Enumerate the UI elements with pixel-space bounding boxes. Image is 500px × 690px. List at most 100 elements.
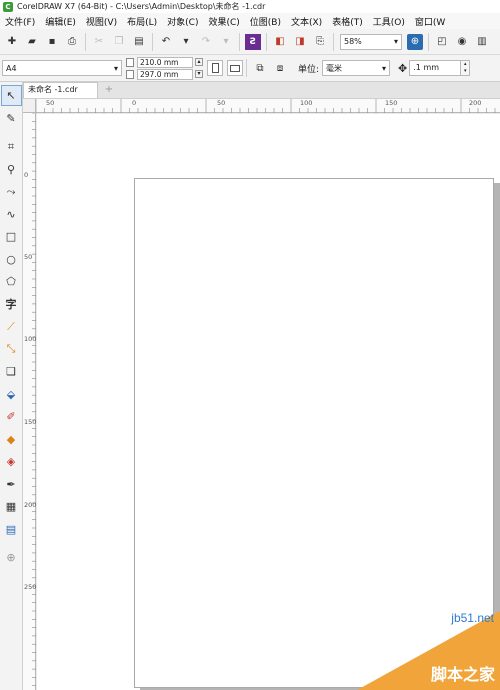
page-size-select[interactable]: A4 ▾ <box>2 60 122 76</box>
chevron-down-icon: ▾ <box>113 63 118 73</box>
polygon-tool-icon[interactable]: ⬠ <box>1 271 22 292</box>
ruler-v-label: 50 <box>24 253 33 261</box>
zoom-icon[interactable]: ⊕ <box>407 33 423 50</box>
toolbox: ↖ ✎ ⌗ ⚲ ⤳ ∿ □ ○ ⬠ 字 ⟋ ⤡ ❑ ⬙ ✐ ◆ ◈ ✒ ▦ ▤ … <box>0 82 23 690</box>
menu-text[interactable]: 文本(X) <box>288 15 325 28</box>
open-icon[interactable]: ▰ <box>24 34 40 50</box>
title-bar: C CorelDRAW X7 (64-Bit) - C:\Users\Admin… <box>0 0 500 13</box>
ruler-h-label: 100 <box>300 99 313 107</box>
site-watermark: jb51.net 脚本之家 <box>357 611 500 690</box>
horizontal-ruler[interactable]: 50 0 50 100 150 200 <box>36 99 500 113</box>
shape-tool-icon[interactable]: ✎ <box>1 108 22 129</box>
document-tab-strip: 未命名 -1.cdr + <box>23 82 500 99</box>
ellipse-tool-icon[interactable]: ○ <box>1 249 22 270</box>
drop-shadow-icon[interactable]: ❑ <box>1 361 22 382</box>
landscape-icon <box>230 64 240 72</box>
ruler-v-label: 100 <box>24 335 37 343</box>
horizontal-ruler-ticks <box>36 99 496 113</box>
portrait-icon <box>211 63 219 73</box>
connector-tool-icon[interactable]: ⤡ <box>1 339 22 360</box>
menu-bitmaps[interactable]: 位图(B) <box>247 15 284 28</box>
add-tab-icon[interactable]: + <box>102 83 116 97</box>
nudge-distance-input[interactable]: .1 mm <box>409 60 462 76</box>
ruler-origin[interactable] <box>23 99 36 113</box>
standard-toolbar: ✚ ▰ ▪ ⎙ ✂ ❐ ▤ ↶ ▾ ↷ ▾ Ƨ ◧ ◨ ⎘ 58% ▾ ⊕ ◰ … <box>0 29 500 55</box>
vertical-ruler[interactable]: 0 50 100 150 200 250 <box>23 113 36 690</box>
redo-icon[interactable]: ↷ <box>198 34 214 50</box>
artistic-media-icon[interactable]: ∿ <box>1 204 22 225</box>
table-tool-icon[interactable]: ▤ <box>1 519 22 540</box>
rectangle-tool-icon[interactable]: □ <box>1 226 22 247</box>
parallel-dimension-icon[interactable]: ⟋ <box>1 316 22 337</box>
ruler-h-label: 0 <box>132 99 137 107</box>
copy-icon[interactable]: ❐ <box>111 34 127 50</box>
vertical-ruler-ticks <box>32 113 36 687</box>
document-tab[interactable]: 未命名 -1.cdr <box>23 82 98 98</box>
toolbar-separator <box>246 59 247 77</box>
save-icon[interactable]: ▪ <box>44 34 60 50</box>
undo-dropdown-icon[interactable]: ▾ <box>178 34 194 50</box>
transparency-tool-icon[interactable]: ⬙ <box>1 384 22 405</box>
menu-layout[interactable]: 布局(L) <box>124 15 160 28</box>
ruler-h-label: 200 <box>469 99 482 107</box>
zoom-tool-icon[interactable]: ⚲ <box>1 159 22 180</box>
ruler-v-label: 250 <box>24 583 37 591</box>
freehand-tool-icon[interactable]: ⤳ <box>1 181 22 202</box>
menu-bar: 文件(F) 编辑(E) 视图(V) 布局(L) 对象(C) 效果(C) 位图(B… <box>0 13 500 29</box>
menu-table[interactable]: 表格(T) <box>329 15 366 28</box>
chevron-down-icon: ▾ <box>393 37 398 46</box>
toolbar-separator <box>333 32 334 51</box>
undo-icon[interactable]: ↶ <box>158 34 174 50</box>
interactive-fill-icon[interactable]: ◆ <box>1 429 22 450</box>
spin-icon[interactable]: ▾ <box>195 70 203 78</box>
pick-tool-icon[interactable]: ↖ <box>0 85 22 106</box>
text-tool-icon[interactable]: 字 <box>1 294 22 315</box>
crop-tool-icon[interactable]: ⌗ <box>1 136 22 157</box>
ruler-h-label: 150 <box>385 99 398 107</box>
launcher-icon[interactable]: Ƨ <box>245 33 261 50</box>
add-tool-icon[interactable]: ⊕ <box>1 547 22 568</box>
zoom-level-select[interactable]: 58% ▾ <box>340 33 402 50</box>
redo-dropdown-icon[interactable]: ▾ <box>218 34 234 50</box>
page-height-input[interactable]: 297.0 mm <box>137 68 193 80</box>
drawing-workspace[interactable] <box>37 114 500 690</box>
units-select[interactable]: 毫米 ▾ <box>322 60 391 76</box>
smart-fill-icon[interactable]: ◈ <box>1 451 22 472</box>
cut-icon[interactable]: ✂ <box>91 34 107 50</box>
print-icon[interactable]: ⎙ <box>64 34 80 50</box>
portrait-button[interactable] <box>207 60 223 76</box>
ruler-v-label: 0 <box>24 171 29 179</box>
nudge-spinner[interactable]: ▴ ▾ <box>461 60 471 76</box>
menu-edit[interactable]: 编辑(E) <box>42 15 79 28</box>
options-icon[interactable]: ▥ <box>474 34 490 50</box>
menu-window[interactable]: 窗口(W <box>412 15 448 28</box>
menu-tools[interactable]: 工具(O) <box>370 15 408 28</box>
import-icon[interactable]: ◧ <box>272 34 288 50</box>
landscape-button[interactable] <box>227 60 243 76</box>
new-icon[interactable]: ✚ <box>4 34 20 50</box>
menu-object[interactable]: 对象(C) <box>164 15 201 28</box>
toolbar-separator <box>152 32 153 51</box>
spin-icon[interactable]: ▴ <box>195 58 203 66</box>
view-options-icon[interactable]: ◉ <box>454 34 470 50</box>
window-title: CorelDRAW X7 (64-Bit) - C:\Users\Admin\D… <box>17 2 266 11</box>
paste-icon[interactable]: ▤ <box>131 34 147 50</box>
ruler-v-label: 150 <box>24 418 37 426</box>
menu-effects[interactable]: 效果(C) <box>205 15 242 28</box>
all-pages-icon[interactable]: ⧉ <box>252 60 268 76</box>
menu-file[interactable]: 文件(F) <box>2 15 38 28</box>
export-icon[interactable]: ◨ <box>292 34 308 50</box>
units-value: 毫米 <box>326 63 343 73</box>
ruler-h-label: 50 <box>46 99 55 107</box>
outline-pen-icon[interactable]: ✒ <box>1 474 22 495</box>
page-width-icon <box>126 57 134 67</box>
mesh-fill-icon[interactable]: ▦ <box>1 496 22 517</box>
snap-to-icon[interactable]: ◰ <box>434 34 450 50</box>
menu-view[interactable]: 视图(V) <box>83 15 120 28</box>
page-width-input[interactable]: 210.0 mm <box>137 56 193 68</box>
ruler-v-label: 200 <box>24 501 37 509</box>
ruler-h-label: 50 <box>217 99 226 107</box>
eyedropper-icon[interactable]: ✐ <box>1 406 22 427</box>
publish-pdf-icon[interactable]: ⎘ <box>312 34 328 50</box>
current-page-icon[interactable]: ⧈ <box>272 60 288 76</box>
